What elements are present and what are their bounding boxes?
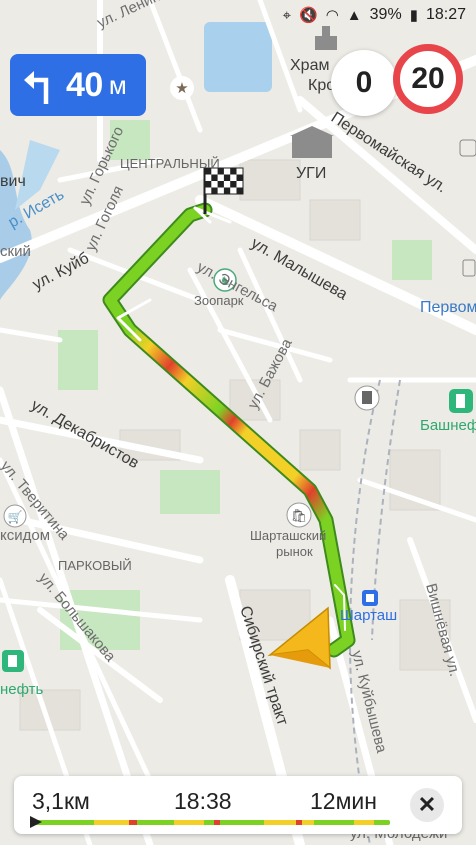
label-shartash-market-2: рынок	[276, 544, 313, 559]
fuel-icon	[449, 389, 473, 413]
trip-summary-panel[interactable]: 3,1км 18:38 12мин ✕	[14, 776, 462, 834]
map[interactable]: ★ ♞ 🛍 🛒 ул. Ленина Храм Кро ЦЕНТРАЛЬНЫЙ …	[0, 0, 476, 845]
remaining-duration: 12мин	[310, 788, 377, 814]
label-hram: Храм	[290, 57, 329, 74]
battery-icon: ▮	[409, 6, 418, 24]
maneuver-distance-unit: м	[108, 69, 127, 100]
speed-limit-sign: 20	[393, 44, 463, 114]
park-area	[58, 330, 98, 390]
label-pervomay: Первомайс	[420, 299, 476, 316]
gas-station-icon	[354, 385, 380, 411]
label-ugi: УГИ	[296, 165, 326, 182]
arrival-time: 18:38	[174, 788, 232, 814]
label-skiy: ский	[0, 243, 31, 260]
status-bar: ⌖ 🔇 ◠ ▲ 39% ▮ 18:27	[0, 0, 476, 30]
svg-text:★: ★	[175, 80, 188, 97]
shop-icon: 🛒	[3, 504, 27, 528]
market-icon: 🛍	[286, 502, 312, 528]
label-ksidom: ксидом	[0, 527, 50, 544]
signal-icon: ▲	[346, 6, 362, 24]
wifi-icon: ◠	[325, 6, 339, 24]
current-speed: 0	[331, 50, 397, 116]
svg-text:🛍: 🛍	[291, 508, 308, 523]
star-icon: ★	[170, 76, 194, 100]
label-vich: вич	[0, 173, 26, 190]
maneuver-card[interactable]: 40 м	[10, 54, 146, 116]
label-tsentralny: ЦЕНТРАЛЬНЫЙ	[120, 156, 220, 171]
fuel-icon	[2, 650, 24, 672]
maneuver-distance: 40	[66, 65, 103, 104]
label-bashneft: Башнеф	[420, 417, 476, 434]
park-area	[392, 240, 432, 280]
park-area	[160, 470, 220, 514]
close-icon: ✕	[417, 792, 437, 817]
battery-percent: 39%	[369, 6, 402, 23]
label-neft: нефть	[0, 681, 44, 698]
svg-text:🛒: 🛒	[8, 510, 23, 524]
route-traffic-bar	[34, 820, 390, 825]
metro-icon	[362, 590, 378, 606]
label-shartash-market-1: Шарташский	[250, 528, 326, 543]
label-shartash: Шарташ	[340, 607, 397, 624]
pond-water	[204, 22, 272, 92]
location-icon: ⌖	[282, 6, 292, 24]
label-zoopark: Зоопарк	[194, 293, 244, 308]
remaining-distance: 3,1км	[32, 788, 90, 814]
label-parkovy: ПАРКОВЫЙ	[58, 558, 132, 573]
progress-marker-icon	[30, 816, 42, 828]
turn-left-icon	[24, 71, 49, 104]
mute-icon: 🔇	[299, 6, 318, 24]
close-button[interactable]: ✕	[410, 788, 444, 822]
clock: 18:27	[425, 6, 466, 23]
